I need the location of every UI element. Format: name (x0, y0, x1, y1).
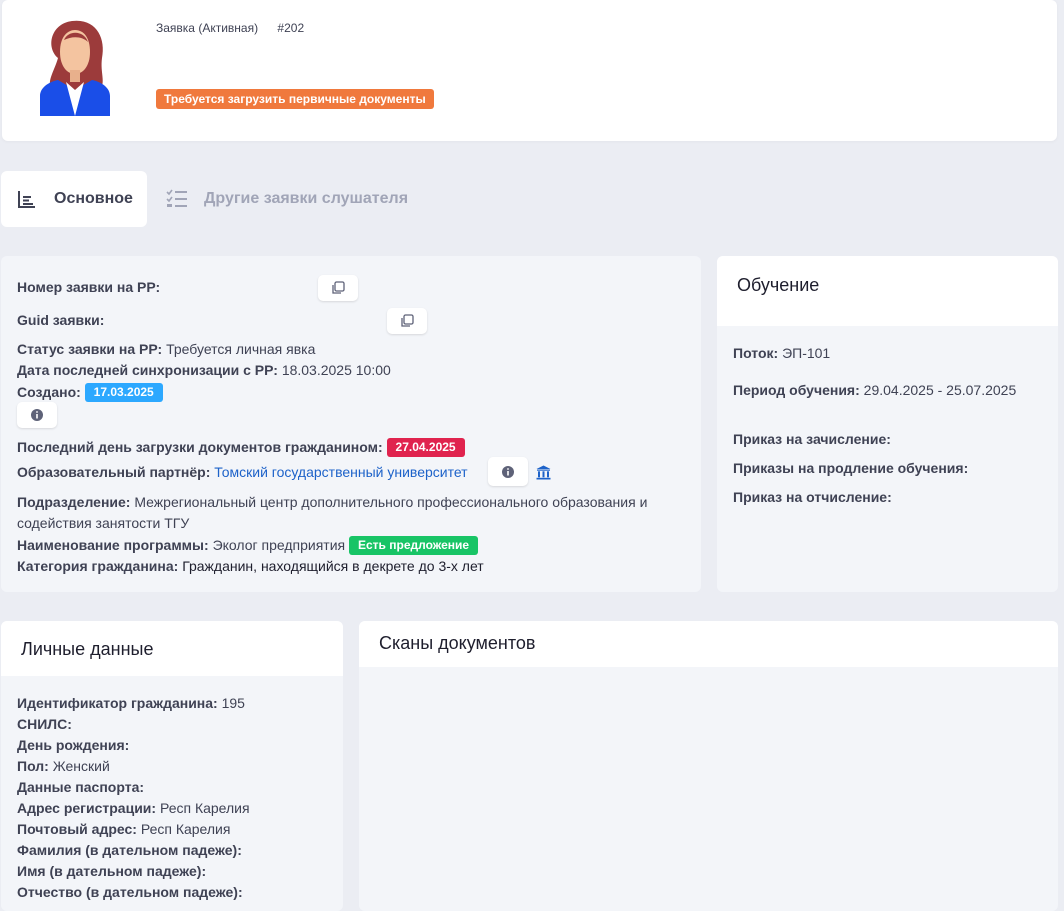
created-label: Создано: (17, 384, 81, 400)
last-day-row: Последний день загрузки документов гражд… (17, 438, 465, 457)
rr-number-label: Номер заявки на РР: (17, 279, 161, 295)
last-day-badge: 27.04.2025 (386, 438, 465, 457)
personal-row: День рождения: (17, 737, 129, 753)
division-value: Межрегиональный центр дополнительного пр… (134, 494, 648, 510)
info-icon (31, 409, 43, 421)
application-info-card: Номер заявки на РР: Guid заявки: Статус … (1, 256, 701, 592)
personal-data-title: Личные данные (21, 639, 154, 659)
personal-row-label: Отчество (в дательном падеже): (17, 884, 243, 900)
copy-guid-button[interactable] (387, 308, 427, 334)
personal-row-label: Фамилия (в дательном падеже): (17, 842, 242, 858)
tab-main-label: Основное (54, 190, 133, 207)
expel-order-label: Приказ на отчисление: (733, 489, 892, 505)
application-header-card: Заявка (Активная) #202 Требуется загрузи… (2, 0, 1057, 141)
partner-info-button[interactable] (488, 457, 528, 486)
category-row: Категория гражданина: Гражданин, находящ… (17, 558, 484, 574)
personal-row: Отчество (в дательном падеже): (17, 884, 243, 900)
tab-main[interactable]: Основное (1, 171, 147, 227)
category-label: Категория гражданина: (17, 558, 179, 574)
stream-label: Поток: (733, 345, 779, 361)
personal-row-value: Женский (52, 758, 110, 774)
document-scans-header: Сканы документов (359, 621, 1058, 667)
program-value: Эколог предприятия (212, 537, 346, 553)
created-row: Создано: 17.03.2025 (17, 383, 163, 402)
personal-row-label: Пол: (17, 758, 49, 774)
division-row-continued: содействия занятости ТГУ (17, 515, 189, 531)
division-row: Подразделение: Межрегиональный центр доп… (17, 494, 647, 510)
personal-row-label: Имя (в дательном падеже): (17, 863, 207, 879)
partner-row: Образовательный партнёр: Томский государ… (17, 464, 468, 480)
rr-number-row: Номер заявки на РР: (17, 279, 160, 295)
personal-row-label: Идентификатор гражданина: (17, 695, 218, 711)
created-date-badge: 17.03.2025 (84, 383, 163, 402)
created-info-button[interactable] (17, 402, 57, 428)
expel-order-row: Приказ на отчисление: (733, 489, 892, 505)
application-status-title: Заявка (Активная) (156, 21, 259, 35)
guid-label: Guid заявки: (17, 312, 105, 328)
period-label: Период обучения: (733, 382, 860, 398)
period-row: Период обучения: 29.04.2025 - 25.07.2025 (733, 382, 1016, 398)
status-badge: Требуется загрузить первичные документы (156, 89, 434, 109)
category-value: Гражданин, находящийся в декрете до 3-х … (182, 558, 484, 574)
guid-row: Guid заявки: (17, 312, 104, 328)
bar-chart-icon (18, 191, 35, 208)
personal-row: СНИЛС: (17, 716, 72, 732)
stream-row: Поток: ЭП-101 (733, 345, 830, 361)
sync-date-value: 18.03.2025 10:00 (281, 362, 391, 378)
personal-row-label: Адрес регистрации: (17, 800, 157, 816)
personal-row-value: Респ Карелия (140, 821, 231, 837)
female-user-avatar-icon (40, 20, 110, 116)
copy-icon (401, 314, 414, 327)
personal-row: Пол: Женский (17, 758, 110, 774)
program-row: Наименование программы: Эколог предприят… (17, 536, 479, 555)
personal-row-label: Почтовый адрес: (17, 821, 137, 837)
sync-date-row: Дата последней синхронизации с РР: 18.03… (17, 362, 391, 378)
tab-other-label: Другие заявки слушателя (204, 190, 409, 207)
personal-row: Почтовый адрес: Респ Карелия (17, 821, 230, 837)
personal-row: Данные паспорта: (17, 779, 144, 795)
division-value-continued: содействия занятости ТГУ (17, 515, 190, 531)
study-card-header: Обучение (717, 256, 1058, 326)
document-scans-title: Сканы документов (379, 633, 536, 653)
personal-row: Идентификатор гражданина: 195 (17, 695, 245, 711)
copy-icon (332, 281, 345, 294)
study-card: Обучение Поток: ЭП-101 Период обучения: … (717, 256, 1058, 592)
personal-row: Имя (в дательном падеже): (17, 863, 206, 879)
application-number: #202 (277, 21, 305, 35)
document-scans-card: Сканы документов (359, 621, 1058, 911)
tab-other-applications[interactable]: Другие заявки слушателя (166, 171, 408, 227)
division-label: Подразделение: (17, 494, 131, 510)
stream-value: ЭП-101 (782, 345, 831, 361)
rr-status-value: Требуется личная явка (166, 341, 316, 357)
enroll-order-label: Приказ на зачисление: (733, 431, 891, 447)
personal-data-header: Личные данные (1, 621, 343, 676)
rr-status-row: Статус заявки на РР: Требуется личная яв… (17, 341, 315, 357)
info-icon (502, 465, 514, 478)
period-value: 29.04.2025 - 25.07.2025 (863, 382, 1017, 398)
personal-row: Адрес регистрации: Респ Карелия (17, 800, 250, 816)
extend-order-label: Приказы на продление обучения: (733, 460, 969, 476)
sync-date-label: Дата последней синхронизации с РР: (17, 362, 278, 378)
application-title: Заявка (Активная) #202 (156, 21, 304, 35)
program-label: Наименование программы: (17, 537, 209, 553)
personal-row-label: Данные паспорта: (17, 779, 145, 795)
offer-badge: Есть предложение (348, 536, 479, 555)
personal-row-label: СНИЛС: (17, 716, 72, 732)
partner-link[interactable]: Томский государственный университет (214, 464, 467, 480)
checklist-icon (166, 189, 187, 207)
copy-rr-number-button[interactable] (318, 275, 358, 301)
enroll-order-row: Приказ на зачисление: (733, 431, 891, 447)
partner-label: Образовательный партнёр: (17, 464, 211, 480)
personal-data-card: Личные данные Идентификатор гражданина: … (1, 621, 343, 911)
last-day-label: Последний день загрузки документов гражд… (17, 439, 383, 455)
extend-order-row: Приказы на продление обучения: (733, 460, 968, 476)
personal-row-value: 195 (221, 695, 245, 711)
university-icon[interactable] (536, 465, 551, 480)
personal-row-label: День рождения: (17, 737, 130, 753)
personal-row-value: Респ Карелия (159, 800, 250, 816)
rr-status-label: Статус заявки на РР: (17, 341, 163, 357)
study-title: Обучение (737, 275, 820, 295)
personal-row: Фамилия (в дательном падеже): (17, 842, 242, 858)
